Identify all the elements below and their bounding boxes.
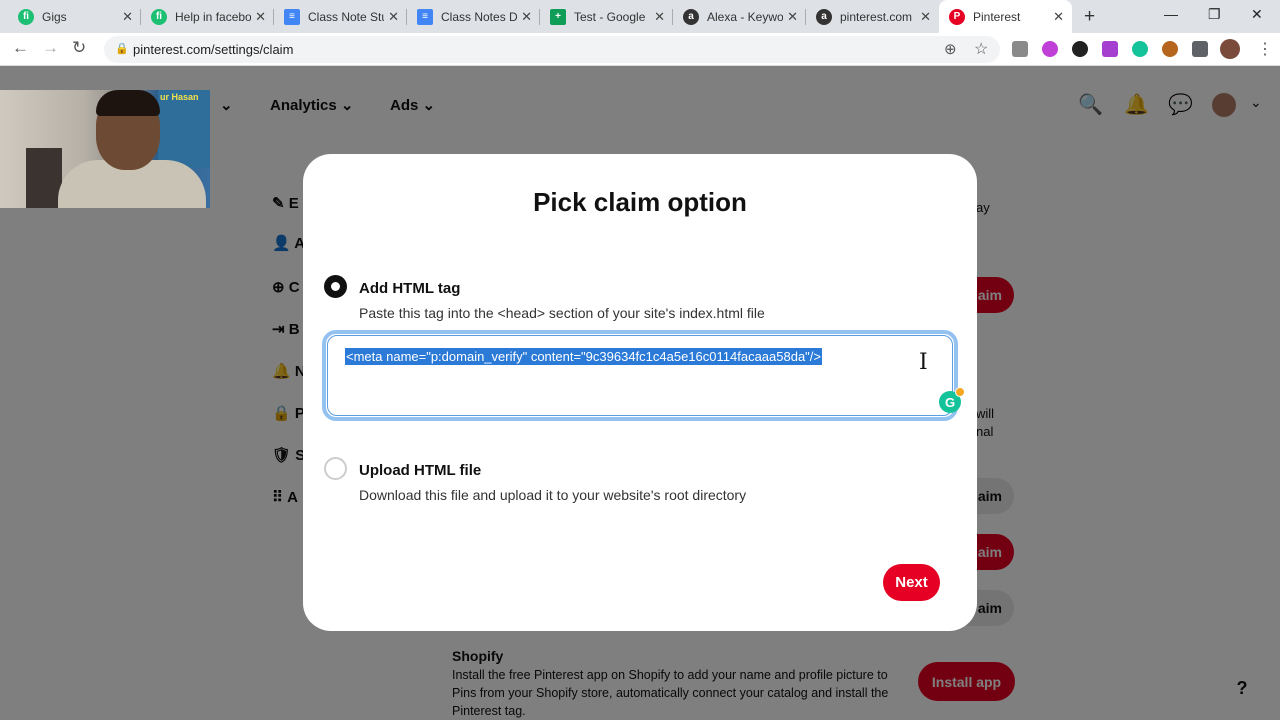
grammarly-extension-icon[interactable] [1132,41,1148,57]
close-icon[interactable]: ✕ [920,9,931,25]
puzzle-icon[interactable] [1192,41,1208,57]
extension-icon[interactable] [1042,41,1058,57]
person-hair [96,90,160,116]
next-button[interactable]: Next [883,564,940,601]
grammarly-badge [955,387,965,397]
modal-title: Pick claim option [533,187,747,217]
text-cursor-icon: I [919,350,928,375]
meta-tag-field[interactable]: <meta name="p:domain_verify" content="9c… [322,330,965,421]
tab-pinterest-com[interactable]: a pinterest.com ✕ [806,0,939,33]
close-icon[interactable]: ✕ [521,9,532,25]
google-docs-icon: ≡ [284,8,300,25]
url-text: pinterest.com/settings/claim [133,42,294,57]
close-icon[interactable]: ✕ [1053,9,1064,25]
close-icon[interactable]: ✕ [388,9,399,25]
cookie-icon[interactable] [1162,41,1178,57]
poster-text: ur Hasan [160,92,199,102]
google-sheets-icon: + [550,8,566,25]
new-tab-button[interactable]: + [1084,6,1095,28]
window-close-icon[interactable]: ✕ [1251,6,1263,23]
option-label-upload-html-file[interactable]: Upload HTML file [359,462,481,479]
tab-alexa[interactable]: a Alexa - Keywo ✕ [673,0,806,33]
webcam-overlay: ur Hasan [0,90,210,208]
extension-icon[interactable] [1012,41,1028,57]
add-icon[interactable]: ⊕ [944,40,957,58]
google-docs-icon: ≡ [417,8,433,25]
close-icon[interactable]: ✕ [787,9,798,25]
menu-icon[interactable]: ⋮ [1257,39,1273,59]
alexa-icon: a [683,8,699,25]
url-bar[interactable]: 🔒 pinterest.com/settings/claim ⊕ ☆ [104,36,1000,63]
restore-icon[interactable]: ❐ [1208,6,1221,23]
tab-title: pinterest.com [840,9,913,24]
shelf [26,148,62,208]
radio-add-html-tag[interactable] [324,275,347,298]
tab-bar: fi Gigs ✕ fi Help in facebo ✕ ≡ Class No… [0,0,1280,33]
minimize-icon[interactable]: — [1164,6,1178,22]
fiverr-icon: fi [151,8,167,25]
close-icon[interactable]: ✕ [654,9,665,25]
option-description-upload-html-file: Download this file and upload it to your… [359,487,747,503]
extension-icon[interactable] [1102,41,1118,57]
option-label-add-html-tag[interactable]: Add HTML tag [359,280,460,297]
alexa-icon: a [816,8,832,25]
tab-title: Class Notes Di [441,9,517,24]
fiverr-icon: fi [18,8,34,25]
close-icon[interactable]: ✕ [122,9,133,25]
lock-icon: 🔒 [115,43,129,55]
back-icon[interactable]: ← [12,38,29,58]
forward-icon[interactable]: → [42,38,59,58]
tab-title: Pinterest [973,9,1021,24]
reload-icon[interactable]: ↻ [72,38,86,58]
claim-option-modal: Pick claim option Add HTML tag Paste thi… [303,154,977,631]
tab-title: Gigs [42,9,67,24]
tab-help-facebook[interactable]: fi Help in facebo ✕ [141,0,274,33]
tab-gigs[interactable]: fi Gigs ✕ [8,0,141,33]
radio-upload-html-file[interactable] [324,457,347,480]
address-bar-row: ← → ↻ 🔒 pinterest.com/settings/claim ⊕ ☆… [0,33,1280,66]
profile-avatar[interactable] [1220,39,1240,59]
tab-class-notes[interactable]: ≡ Class Notes Di ✕ [407,0,540,33]
pinterest-icon: P [949,8,965,25]
tab-pinterest[interactable]: P Pinterest ✕ [939,0,1072,33]
tab-class-note[interactable]: ≡ Class Note Stu ✕ [274,0,407,33]
star-icon[interactable]: ☆ [974,39,988,59]
tab-test-google[interactable]: + Test - Google ✕ [540,0,673,33]
tab-title: Test - Google [574,9,646,24]
meta-tag-text[interactable]: <meta name="p:domain_verify" content="9c… [345,348,823,365]
close-icon[interactable]: ✕ [255,9,266,25]
extension-icon[interactable] [1072,41,1088,57]
tab-title: Class Note Stu [308,9,384,24]
tab-title: Alexa - Keywo [707,9,783,24]
tab-title: Help in facebo [175,9,251,24]
option-description-add-html-tag: Paste this tag into the <head> section o… [359,305,765,321]
